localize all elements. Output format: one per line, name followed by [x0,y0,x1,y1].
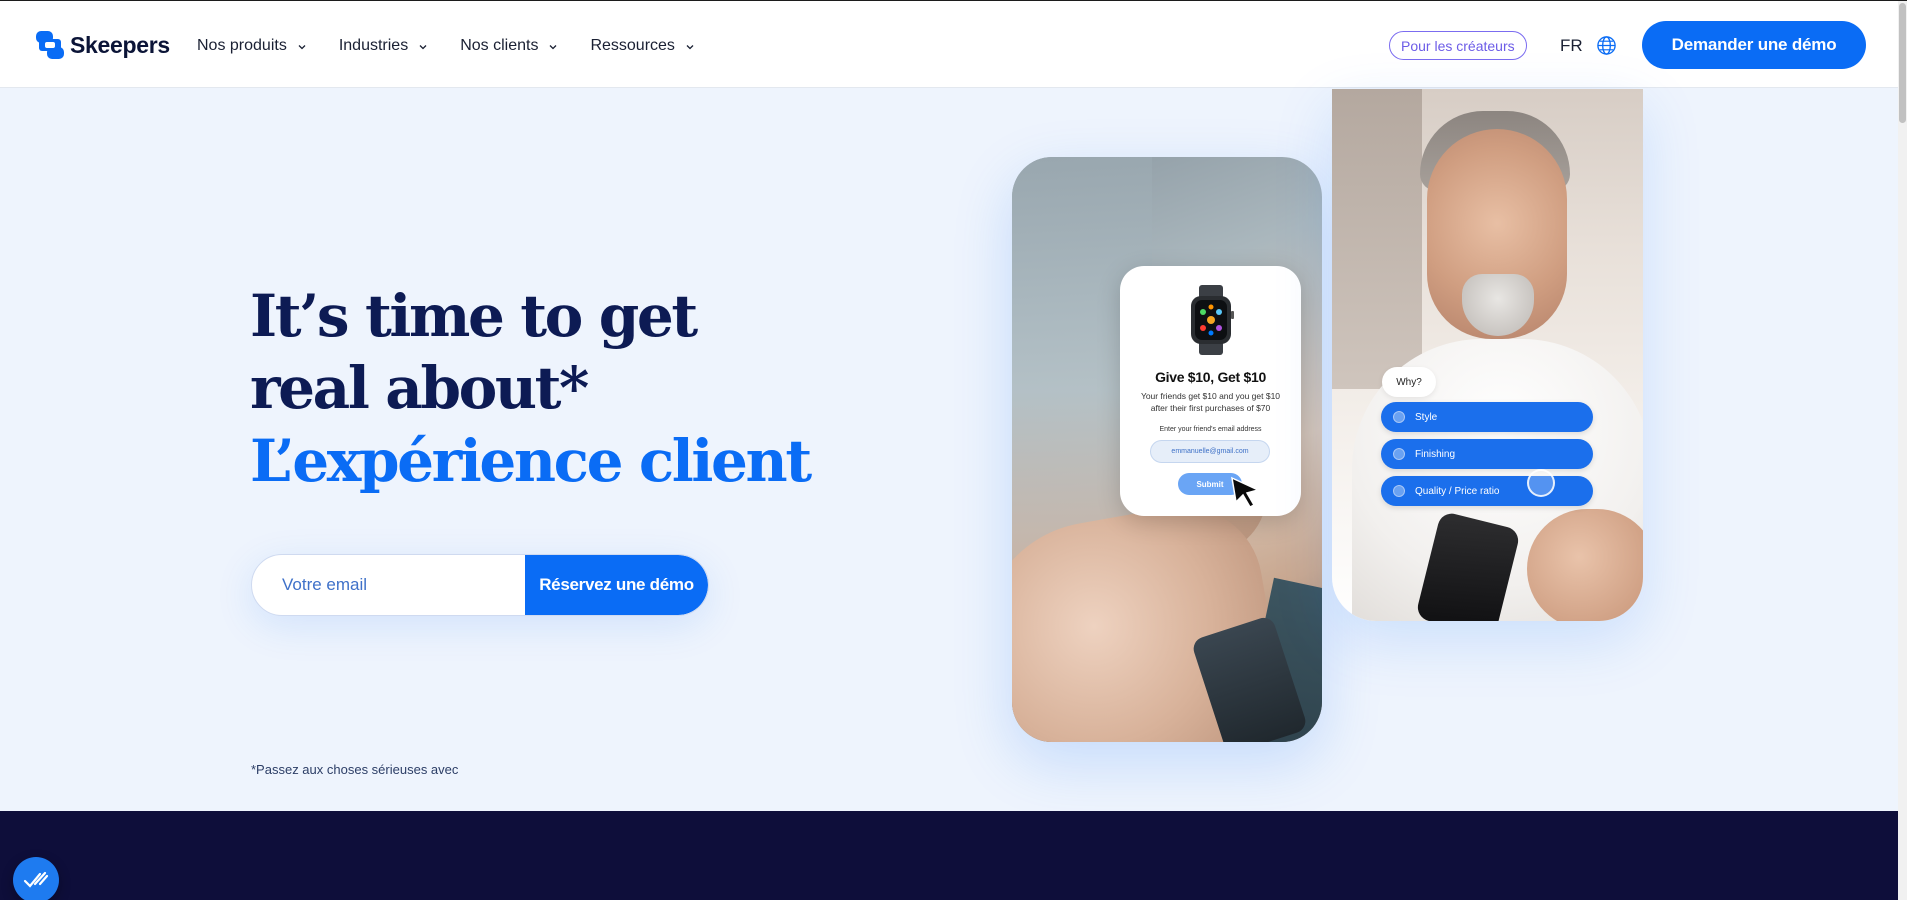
touch-indicator [1527,469,1555,497]
chevron-down-icon [419,45,427,50]
survey-option-quality-price: Quality / Price ratio [1381,476,1593,506]
referral-card: Give $10, Get $10 Your friends get $10 a… [1120,266,1301,516]
hero-footnote: *Passez aux choses sérieuses avec [251,762,459,777]
referral-field-label: Enter your friend's email address [1159,426,1262,433]
page-scrollbar[interactable] [1898,1,1907,900]
globe-icon[interactable] [1596,35,1617,56]
cursor-pointer-icon [1231,476,1261,508]
photo-background [1332,89,1422,389]
chat-widget-button[interactable] [13,857,59,900]
chevron-down-icon [549,45,557,50]
radio-icon [1393,448,1405,460]
demo-email-form: Réservez une démo [251,554,709,616]
hero-title-highlight: L’expérience client [250,427,812,495]
book-demo-button[interactable]: Réservez une démo [525,555,708,615]
chevron-down-icon [686,45,694,50]
hero-title-line-2: real about* [250,354,589,422]
nav-item-ressources[interactable]: Ressources [590,37,694,55]
radio-icon [1393,485,1405,497]
survey-option-label: Finishing [1415,448,1456,460]
main-nav: Nos produits Industries Nos clients Ress… [197,37,727,55]
nav-item-label: Ressources [590,37,675,54]
phone-mockup-survey [1332,89,1643,621]
nav-item-label: Industries [338,37,409,54]
chevron-down-icon [298,45,306,50]
request-demo-button[interactable]: Demander une démo [1642,21,1866,69]
brand-logo[interactable]: Skeepers [36,30,170,60]
email-input[interactable] [252,555,525,615]
nav-item-label: Nos produits [197,37,287,54]
referral-title: Give $10, Get $10 [1155,369,1266,385]
hero-title-line-1: It’s time to get [250,282,698,350]
smartwatch-icon [1191,285,1234,355]
chat-check-icon [23,871,49,888]
survey-option-style: Style [1381,402,1593,432]
survey-option-label: Quality / Price ratio [1415,485,1500,497]
skeepers-logo-icon [36,31,64,59]
survey-question: Why? [1382,367,1436,397]
nav-item-produits[interactable]: Nos produits [197,37,307,55]
next-section [0,811,1898,900]
photo-hand [1527,509,1643,621]
nav-item-clients[interactable]: Nos clients [460,37,558,55]
referral-description: Your friends get $10 and you get $10 aft… [1140,391,1281,413]
scrollbar-thumb[interactable] [1899,3,1906,123]
brand-name: Skeepers [70,31,170,58]
radio-icon [1393,411,1405,423]
nav-item-label: Nos clients [460,37,539,54]
survey-option-finishing: Finishing [1381,439,1593,469]
site-header: Skeepers Nos produits Industries Nos cli… [0,1,1898,88]
creators-link[interactable]: Pour les créateurs [1389,31,1527,60]
referral-email-field: emmanuelle@gmail.com [1150,440,1270,463]
survey-option-label: Style [1415,411,1438,423]
language-label[interactable]: FR [1560,36,1583,56]
nav-item-industries[interactable]: Industries [339,37,428,55]
